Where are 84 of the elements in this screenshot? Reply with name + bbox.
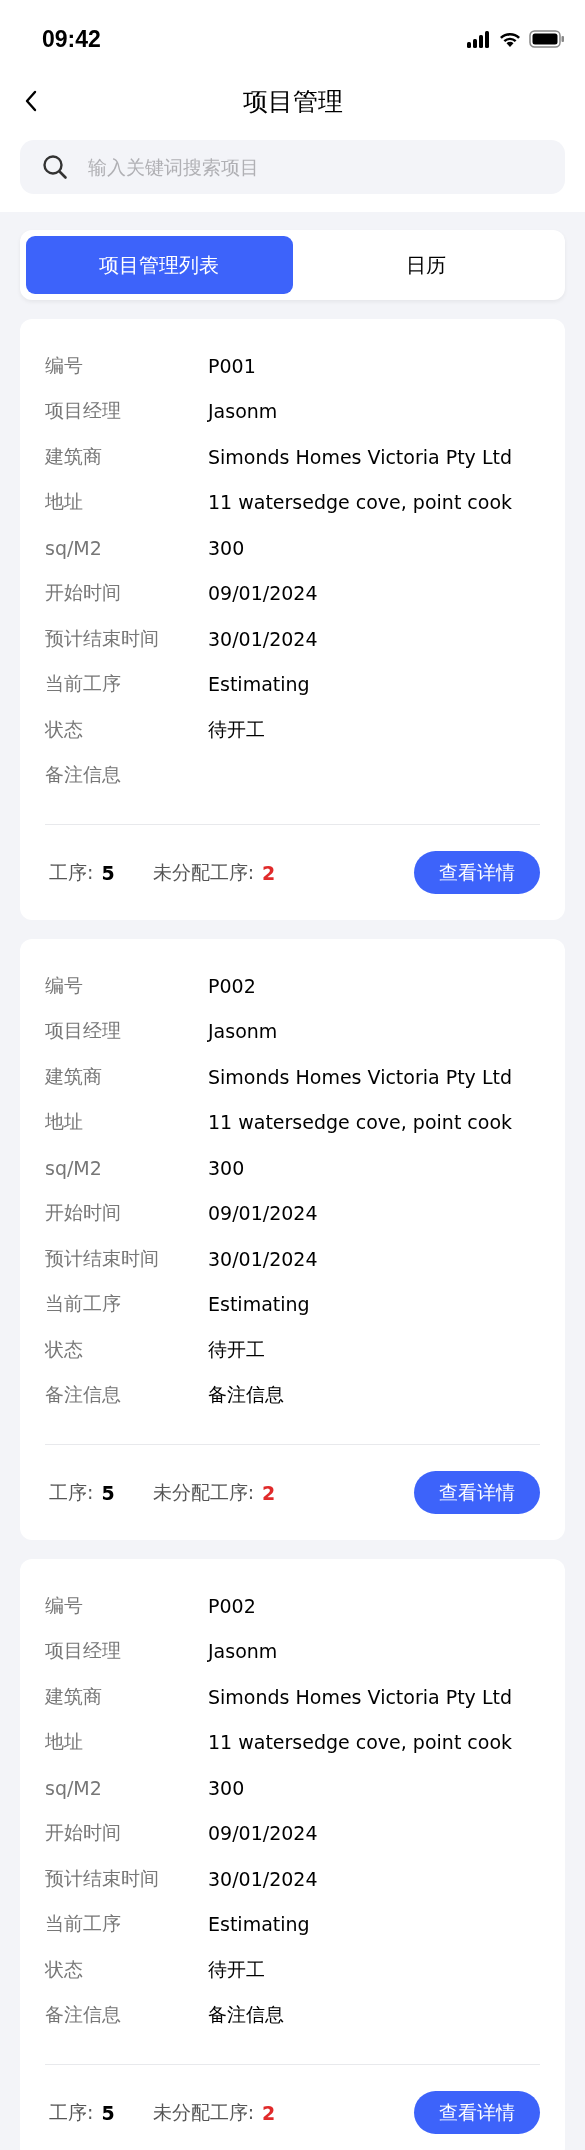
field-value: 11 watersedge cove, point cook bbox=[208, 1731, 514, 1754]
field-label: 当前工序 bbox=[45, 1911, 122, 1937]
field-value: 09/01/2024 bbox=[208, 582, 319, 605]
field-label: 状态 bbox=[45, 1336, 84, 1362]
field-label: 开始时间 bbox=[45, 1820, 122, 1846]
field-value: Jasonm bbox=[208, 1640, 279, 1663]
field-value: 备注信息 bbox=[208, 1382, 285, 1408]
field-label: 预计结束时间 bbox=[45, 1865, 160, 1891]
field-value: 30/01/2024 bbox=[208, 1247, 319, 1270]
field-value: 待开工 bbox=[208, 1956, 266, 1982]
field-label: 项目经理 bbox=[45, 1638, 122, 1664]
field-value: 300 bbox=[208, 1156, 246, 1179]
field-value: 09/01/2024 bbox=[208, 1202, 319, 1225]
status-time: 09:42 bbox=[42, 25, 101, 53]
field-value: Estimating bbox=[208, 673, 311, 696]
page-title: 项目管理 bbox=[242, 85, 343, 118]
field-label: 状态 bbox=[45, 716, 84, 742]
field-value: 300 bbox=[208, 1776, 246, 1799]
unassigned-label: 未分配工序: bbox=[152, 2099, 255, 2125]
field-label: 建筑商 bbox=[45, 1683, 103, 1709]
field-value: 300 bbox=[208, 536, 246, 559]
field-value: Estimating bbox=[208, 1293, 311, 1316]
field-label: 建筑商 bbox=[45, 443, 103, 469]
field-value: 待开工 bbox=[208, 1336, 266, 1362]
unassigned-label: 未分配工序: bbox=[152, 859, 255, 885]
field-label: sq/M2 bbox=[45, 1776, 103, 1799]
field-label: 地址 bbox=[45, 1109, 84, 1135]
field-label: 备注信息 bbox=[45, 1382, 122, 1408]
field-value: 11 watersedge cove, point cook bbox=[208, 1111, 514, 1134]
field-label: 预计结束时间 bbox=[45, 625, 160, 651]
tab[interactable]: 项目管理列表 bbox=[26, 236, 293, 294]
unassigned-label: 未分配工序: bbox=[152, 1479, 255, 1505]
steps-count: 5 bbox=[101, 1481, 115, 1504]
field-label: 开始时间 bbox=[45, 580, 122, 606]
field-label: 地址 bbox=[45, 489, 84, 515]
details-button[interactable]: 查看详情 bbox=[414, 851, 540, 894]
field-value: 30/01/2024 bbox=[208, 627, 319, 650]
field-label: 状态 bbox=[45, 1956, 84, 1982]
field-value: P001 bbox=[208, 354, 257, 377]
field-value: P002 bbox=[208, 1594, 257, 1617]
field-label: 项目经理 bbox=[45, 398, 122, 424]
field-value: 30/01/2024 bbox=[208, 1867, 319, 1890]
steps-label: 工序: bbox=[49, 1479, 94, 1505]
field-label: 备注信息 bbox=[45, 762, 122, 788]
field-value: 09/01/2024 bbox=[208, 1822, 319, 1845]
field-label: 项目经理 bbox=[45, 1018, 122, 1044]
unassigned-count: 2 bbox=[262, 861, 276, 884]
details-button[interactable]: 查看详情 bbox=[414, 1471, 540, 1514]
field-value: Simonds Homes Victoria Pty Ltd bbox=[208, 1065, 513, 1088]
field-value: 11 watersedge cove, point cook bbox=[208, 491, 514, 514]
search-icon bbox=[42, 154, 68, 180]
unassigned-count: 2 bbox=[262, 1481, 276, 1504]
field-value: Simonds Homes Victoria Pty Ltd bbox=[208, 445, 513, 468]
steps-label: 工序: bbox=[49, 859, 94, 885]
search-field[interactable]: 输入关键词搜索项目 bbox=[20, 140, 565, 194]
field-value: Estimating bbox=[208, 1913, 311, 1936]
field-value: 备注信息 bbox=[208, 2002, 285, 2028]
field-label: sq/M2 bbox=[45, 1156, 103, 1179]
field-label: 当前工序 bbox=[45, 1291, 122, 1317]
steps-label: 工序: bbox=[49, 2099, 94, 2125]
tab[interactable]: 日历 bbox=[292, 236, 559, 294]
steps-count: 5 bbox=[101, 861, 115, 884]
field-label: 编号 bbox=[45, 972, 84, 998]
field-label: 建筑商 bbox=[45, 1063, 103, 1089]
field-label: 当前工序 bbox=[45, 671, 122, 697]
field-label: 开始时间 bbox=[45, 1200, 122, 1226]
wifi-icon bbox=[498, 30, 522, 48]
field-value: P002 bbox=[208, 974, 257, 997]
field-value: 待开工 bbox=[208, 716, 266, 742]
signal-icon bbox=[467, 30, 491, 48]
unassigned-count: 2 bbox=[262, 2101, 276, 2124]
steps-count: 5 bbox=[101, 2101, 115, 2124]
field-label: 备注信息 bbox=[45, 2002, 122, 2028]
field-label: sq/M2 bbox=[45, 536, 103, 559]
details-button[interactable]: 查看详情 bbox=[414, 2091, 540, 2134]
field-value: Simonds Homes Victoria Pty Ltd bbox=[208, 1685, 513, 1708]
field-label: 编号 bbox=[45, 1592, 84, 1618]
field-label: 预计结束时间 bbox=[45, 1245, 160, 1271]
field-value: Jasonm bbox=[208, 400, 279, 423]
back-icon bbox=[24, 90, 38, 112]
battery-icon bbox=[529, 30, 565, 48]
field-label: 编号 bbox=[45, 352, 84, 378]
field-label: 地址 bbox=[45, 1729, 84, 1755]
field-value: Jasonm bbox=[208, 1020, 279, 1043]
